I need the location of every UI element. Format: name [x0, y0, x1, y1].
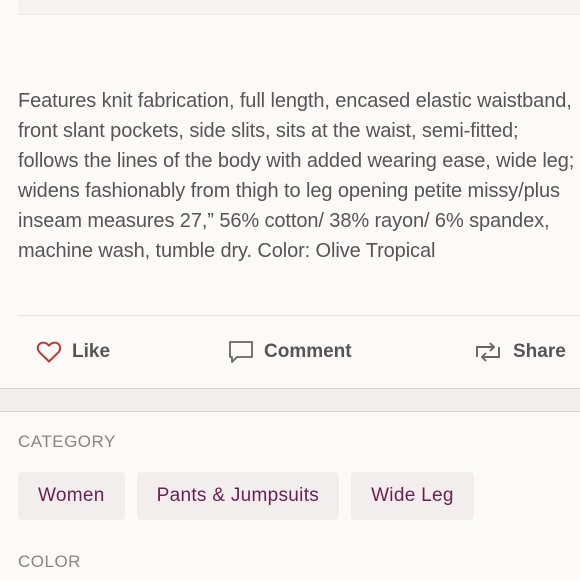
comment-button[interactable]: Comment [228, 330, 352, 374]
category-heading: CATEGORY [18, 432, 116, 451]
like-button[interactable]: Like [36, 330, 110, 374]
heart-icon [36, 340, 62, 364]
divider [0, 411, 580, 412]
repost-icon [473, 340, 503, 364]
share-label: Share [513, 341, 566, 362]
tag-wide-leg[interactable]: Wide Leg [351, 472, 474, 520]
speech-bubble-icon [228, 339, 254, 365]
tag-pants-jumpsuits[interactable]: Pants & Jumpsuits [136, 472, 340, 520]
product-description: Features knit fabrication, full length, … [18, 90, 575, 262]
previous-card [18, 0, 580, 15]
comment-label: Comment [264, 341, 352, 362]
like-label: Like [72, 341, 111, 362]
category-tags: Women Pants & Jumpsuits Wide Leg [18, 472, 474, 520]
color-heading: COLOR [18, 552, 81, 571]
section-separator [0, 389, 580, 411]
tag-women[interactable]: Women [18, 472, 125, 520]
share-button[interactable]: Share [473, 330, 566, 374]
action-bar: Like Comment Share [0, 330, 580, 374]
divider [18, 315, 580, 316]
